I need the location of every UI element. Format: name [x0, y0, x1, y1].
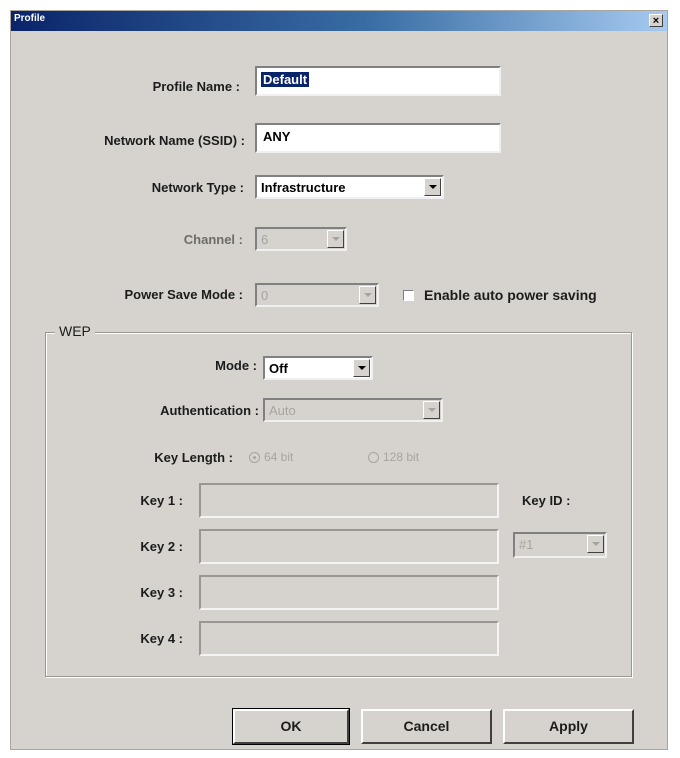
network-type-select[interactable]: Infrastructure [255, 175, 444, 199]
key-id-label: Key ID : [522, 493, 571, 508]
channel-select[interactable]: 6 [255, 227, 347, 251]
authentication-label: Authentication : [160, 403, 259, 418]
wep-mode-value: Off [269, 361, 288, 376]
key-2-label: Key 2 : [140, 539, 183, 554]
power-save-mode-select[interactable]: 0 [255, 283, 379, 307]
key-1-label: Key 1 : [140, 493, 183, 508]
key-2-input[interactable] [199, 529, 499, 564]
channel-label: Channel : [183, 232, 243, 247]
ssid-label: Network Name (SSID) : [104, 133, 245, 148]
auto-power-saving-label: Enable auto power saving [424, 287, 597, 303]
profile-name-value: Default [261, 72, 310, 87]
chevron-down-icon [359, 286, 376, 304]
key-length-label: Key Length : [154, 450, 233, 465]
wep-mode-label: Mode : [215, 358, 257, 373]
key-length-128-radio[interactable] [368, 452, 379, 463]
key-id-select[interactable]: #1 [513, 532, 607, 558]
ok-button[interactable]: OK [232, 708, 350, 745]
close-button[interactable]: × [649, 14, 663, 27]
key-3-input[interactable] [199, 575, 499, 610]
title-bar[interactable]: Profile × [11, 11, 667, 31]
profile-name-input[interactable]: Default [255, 66, 501, 96]
authentication-value: Auto [269, 403, 296, 418]
apply-button[interactable]: Apply [503, 709, 634, 744]
wep-mode-select[interactable]: Off [263, 356, 373, 380]
profile-name-label: Profile Name : [152, 79, 240, 94]
key-4-label: Key 4 : [140, 631, 183, 646]
network-type-label: Network Type : [151, 180, 244, 195]
window-title: Profile [14, 13, 46, 24]
power-save-mode-label: Power Save Mode : [124, 287, 243, 302]
chevron-down-icon [327, 230, 344, 248]
key-4-input[interactable] [199, 621, 499, 656]
chevron-down-icon [587, 535, 604, 553]
ssid-input[interactable]: ANY [255, 123, 501, 153]
key-length-64-label: 64 bit [264, 450, 294, 464]
key-id-value: #1 [519, 537, 534, 552]
chevron-down-icon [353, 359, 370, 377]
cancel-button[interactable]: Cancel [361, 709, 492, 744]
wep-legend: WEP [55, 323, 95, 339]
channel-value: 6 [261, 232, 269, 247]
chevron-down-icon [424, 178, 441, 196]
ssid-value: ANY [263, 129, 291, 144]
key-3-label: Key 3 : [140, 585, 183, 600]
power-save-mode-value: 0 [261, 288, 269, 303]
auto-power-saving-checkbox[interactable] [403, 290, 414, 301]
key-length-128-label: 128 bit [383, 450, 420, 464]
authentication-select[interactable]: Auto [263, 398, 443, 422]
network-type-value: Infrastructure [261, 180, 346, 195]
key-1-input[interactable] [199, 483, 499, 518]
chevron-down-icon [423, 401, 440, 419]
key-length-64-radio[interactable] [249, 452, 260, 463]
